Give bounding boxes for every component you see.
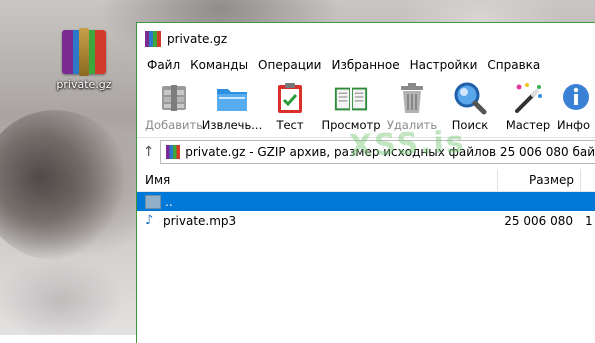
extract-label: Извлечь... bbox=[201, 118, 263, 132]
folder-up-icon bbox=[145, 194, 161, 209]
file-size: 25 006 080 bbox=[504, 213, 573, 228]
magic-wand-icon bbox=[510, 81, 546, 115]
file-list: .. ♪ private.mp3 25 006 080 1 bbox=[137, 192, 595, 230]
menubar: Файл Команды Операции Избранное Настройк… bbox=[137, 55, 595, 75]
column-header-name[interactable]: Имя bbox=[137, 169, 498, 191]
window-title: private.gz bbox=[167, 32, 228, 46]
info-button[interactable]: Инфо bbox=[557, 75, 595, 137]
magnifier-icon bbox=[452, 81, 488, 115]
winrar-window: private.gz Файл Команды Операции Избранн… bbox=[136, 22, 595, 343]
test-button[interactable]: Тест bbox=[261, 75, 319, 137]
winrar-archive-icon bbox=[62, 28, 106, 76]
up-arrow-icon[interactable]: ↑ bbox=[137, 144, 160, 160]
column-header-size[interactable]: Размер bbox=[498, 169, 581, 191]
wizard-label: Мастер bbox=[505, 118, 551, 132]
archive-small-icon bbox=[166, 145, 181, 159]
wallpaper-shape bbox=[0, 110, 130, 260]
extract-folder-icon bbox=[214, 81, 250, 115]
watermark-text: XSS.is bbox=[348, 124, 467, 165]
menu-operations[interactable]: Операции bbox=[253, 55, 326, 75]
clipboard-check-icon bbox=[272, 81, 308, 115]
add-button[interactable]: Добавить bbox=[145, 75, 203, 137]
trash-icon bbox=[394, 81, 430, 115]
add-label: Добавить bbox=[145, 118, 203, 132]
book-icon bbox=[333, 81, 369, 115]
file-list-header: Имя Размер bbox=[137, 169, 595, 192]
music-file-icon: ♪ bbox=[145, 212, 154, 228]
extract-button[interactable]: Извлечь... bbox=[201, 75, 263, 137]
info-icon bbox=[557, 81, 593, 115]
add-archive-icon bbox=[156, 81, 192, 115]
menu-settings[interactable]: Настройки bbox=[405, 55, 483, 75]
menu-favorites[interactable]: Избранное bbox=[326, 55, 404, 75]
test-label: Тест bbox=[276, 118, 304, 132]
desktop-icon-private-gz[interactable]: private.gz bbox=[52, 28, 116, 91]
menu-file[interactable]: Файл bbox=[142, 55, 185, 75]
file-name: private.mp3 bbox=[163, 213, 237, 228]
desktop-icon-label: private.gz bbox=[56, 78, 112, 91]
list-item[interactable]: ♪ private.mp3 25 006 080 1 bbox=[137, 211, 595, 230]
titlebar[interactable]: private.gz bbox=[137, 23, 595, 55]
file-extra-column: 1 bbox=[585, 213, 593, 228]
info-label: Инфо bbox=[557, 118, 590, 132]
winrar-app-icon bbox=[145, 31, 161, 47]
file-name: .. bbox=[165, 194, 173, 209]
menu-commands[interactable]: Команды bbox=[185, 55, 253, 75]
list-item-parent[interactable]: .. bbox=[137, 192, 595, 211]
menu-help[interactable]: Справка bbox=[482, 55, 545, 75]
wizard-button[interactable]: Мастер bbox=[499, 75, 557, 137]
